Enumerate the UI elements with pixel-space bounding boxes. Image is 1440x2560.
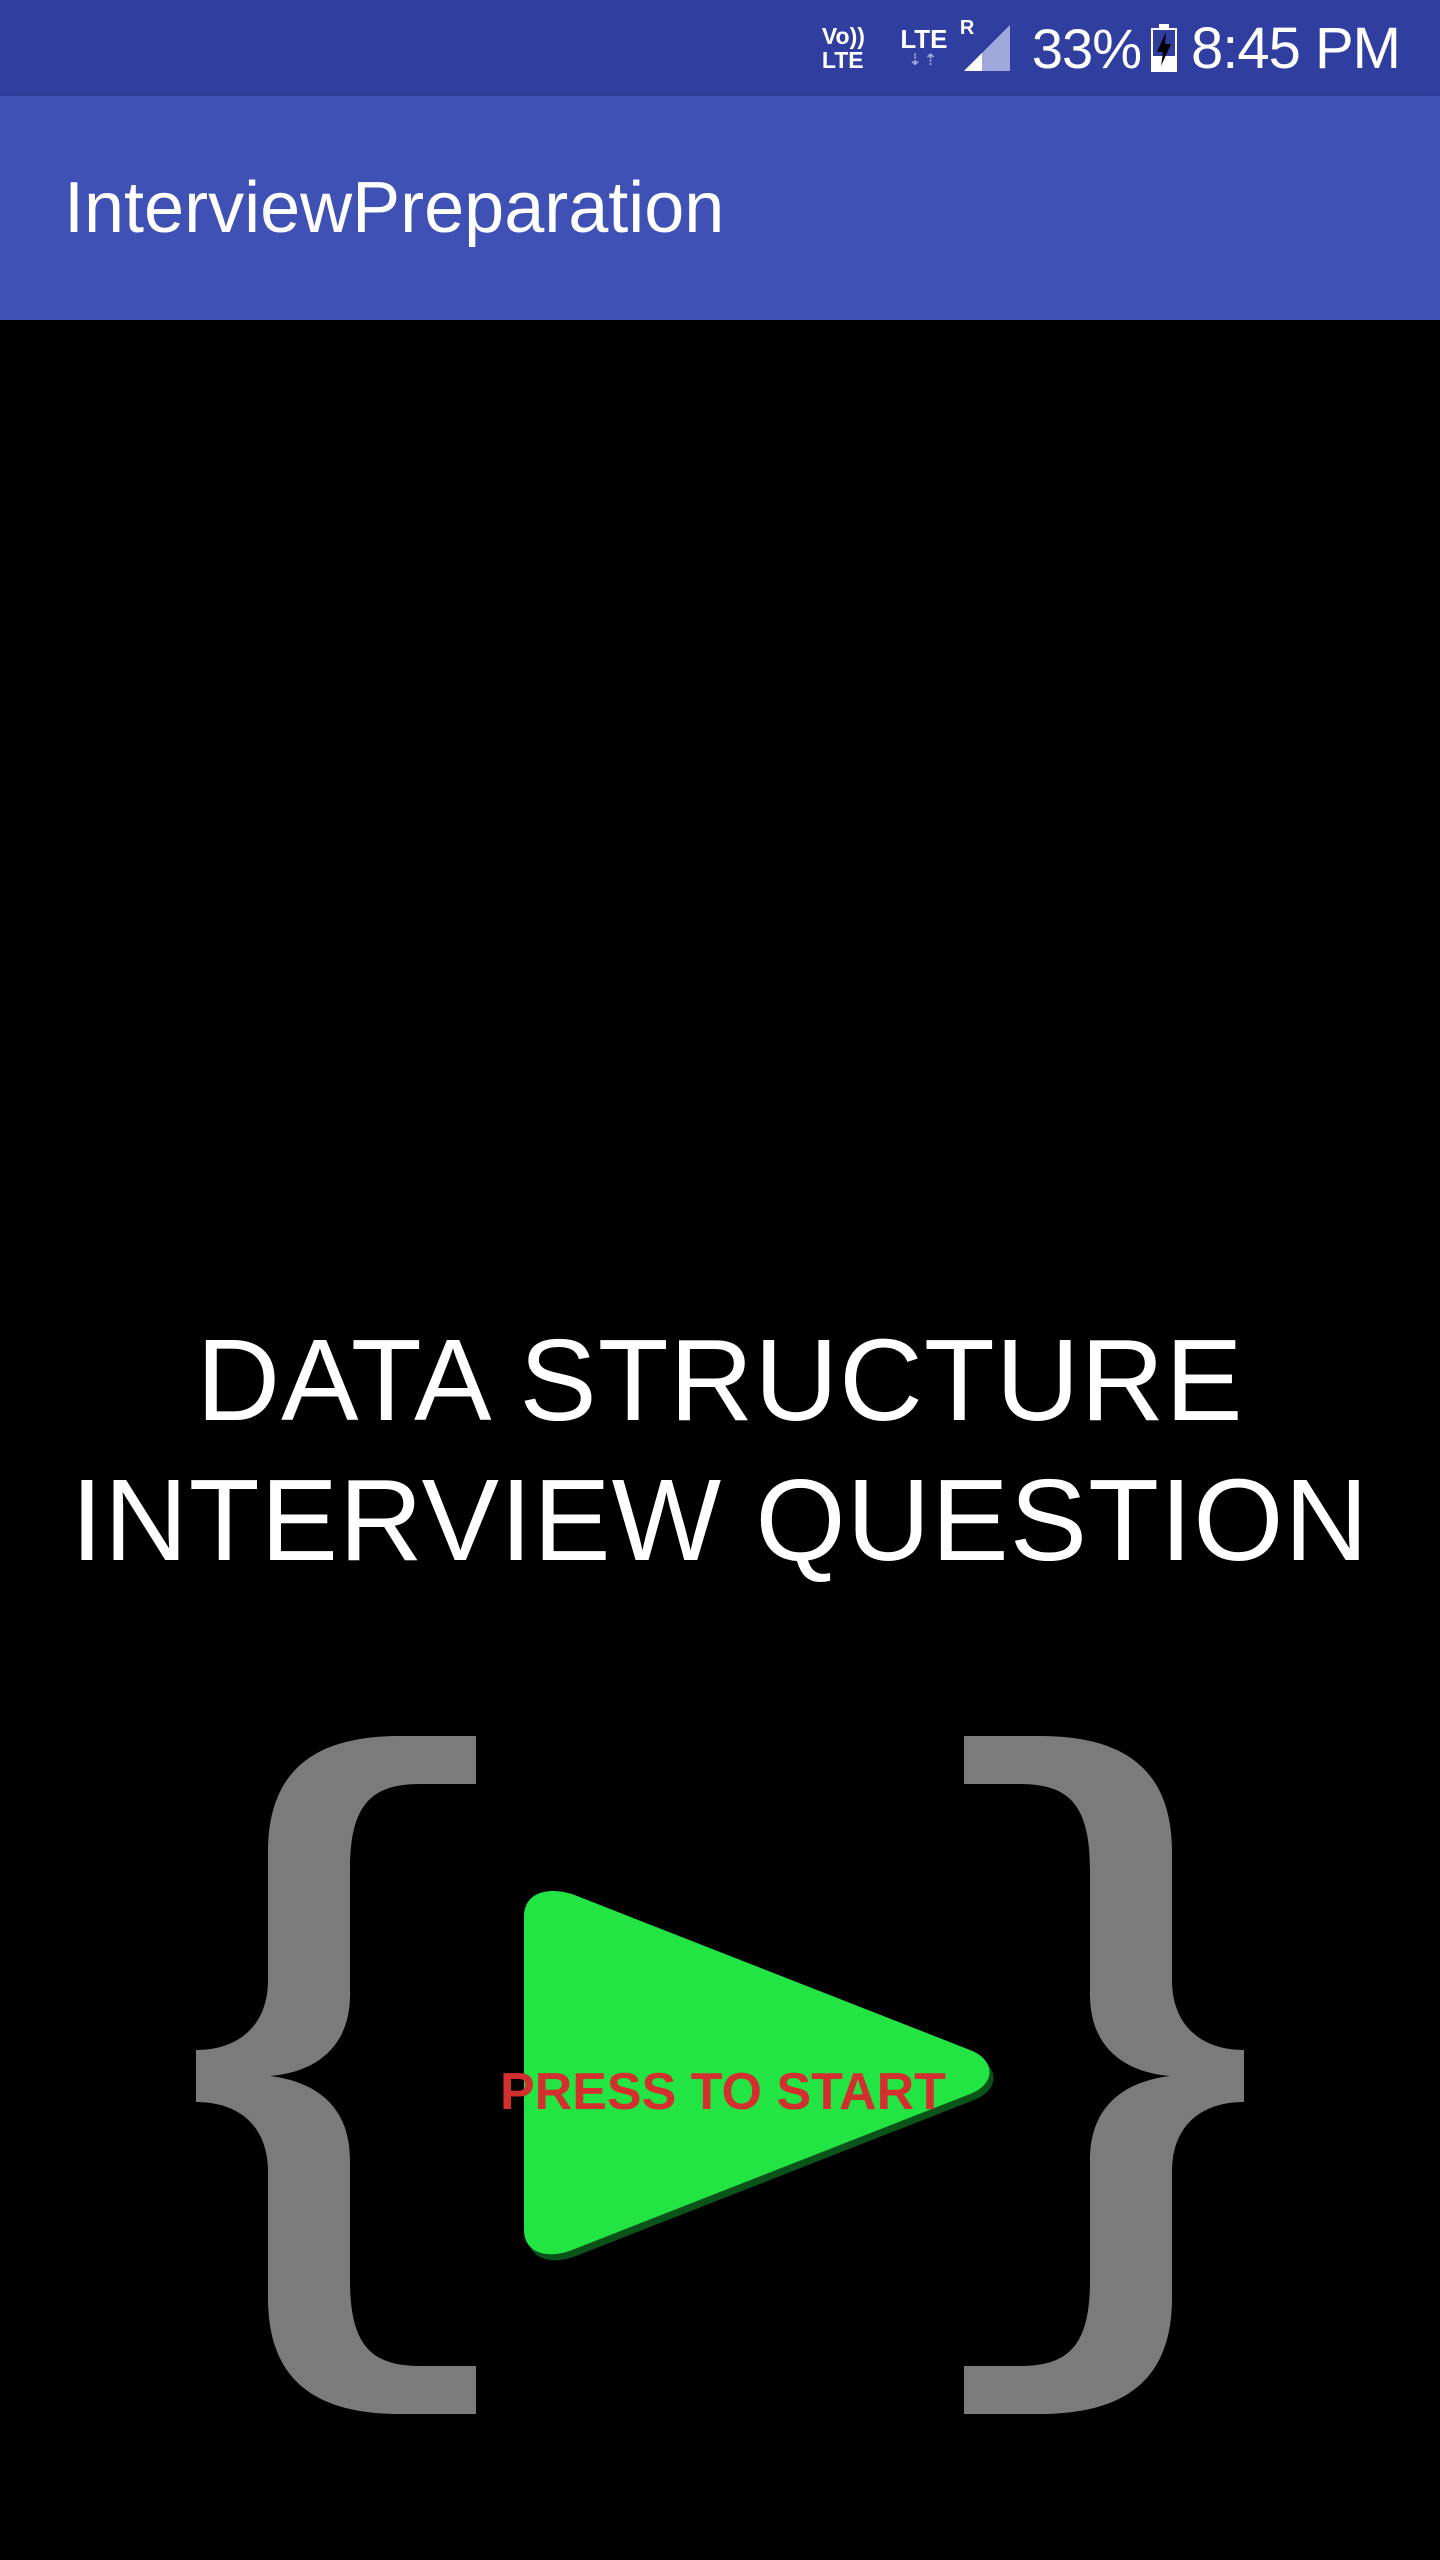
start-button-label: PRESS TO START <box>500 2063 946 2121</box>
lte-data-icon: LTE ⇣⇡ <box>896 26 952 70</box>
headline-line-2: INTERVIEW QUESTION <box>70 1455 1370 1585</box>
app-bar: InterviewPreparation <box>0 96 1440 320</box>
start-button[interactable]: PRESS TO START <box>500 1880 1020 2300</box>
volte-top-label: Vo)) <box>821 23 865 49</box>
battery-percent: 33% <box>1031 16 1142 80</box>
headline: DATA STRUCTURE INTERVIEW QUESTION <box>0 1310 1440 1590</box>
headline-line-1: DATA STRUCTURE <box>196 1315 1244 1445</box>
status-icons: Vo)) LTE LTE ⇣⇡ R 33% 8:45 PM <box>822 0 1401 96</box>
clock: 8:45 PM <box>1191 15 1401 81</box>
curly-braces-play-icon: PRESS TO START <box>180 1720 1260 2420</box>
network-type-label: LTE <box>900 24 948 54</box>
app-title: InterviewPreparation <box>64 168 725 248</box>
roaming-indicator: R <box>959 17 975 39</box>
volte-bottom-label: LTE <box>821 47 864 73</box>
status-bar: Vo)) LTE LTE ⇣⇡ R 33% 8:45 PM <box>0 0 1440 96</box>
data-arrows-icon: ⇣⇡ <box>908 52 940 69</box>
left-brace-icon <box>196 1736 476 2414</box>
battery-charging-icon <box>1151 24 1177 72</box>
volte-icon: Vo)) LTE <box>822 24 874 72</box>
signal-icon: R <box>960 17 1012 73</box>
